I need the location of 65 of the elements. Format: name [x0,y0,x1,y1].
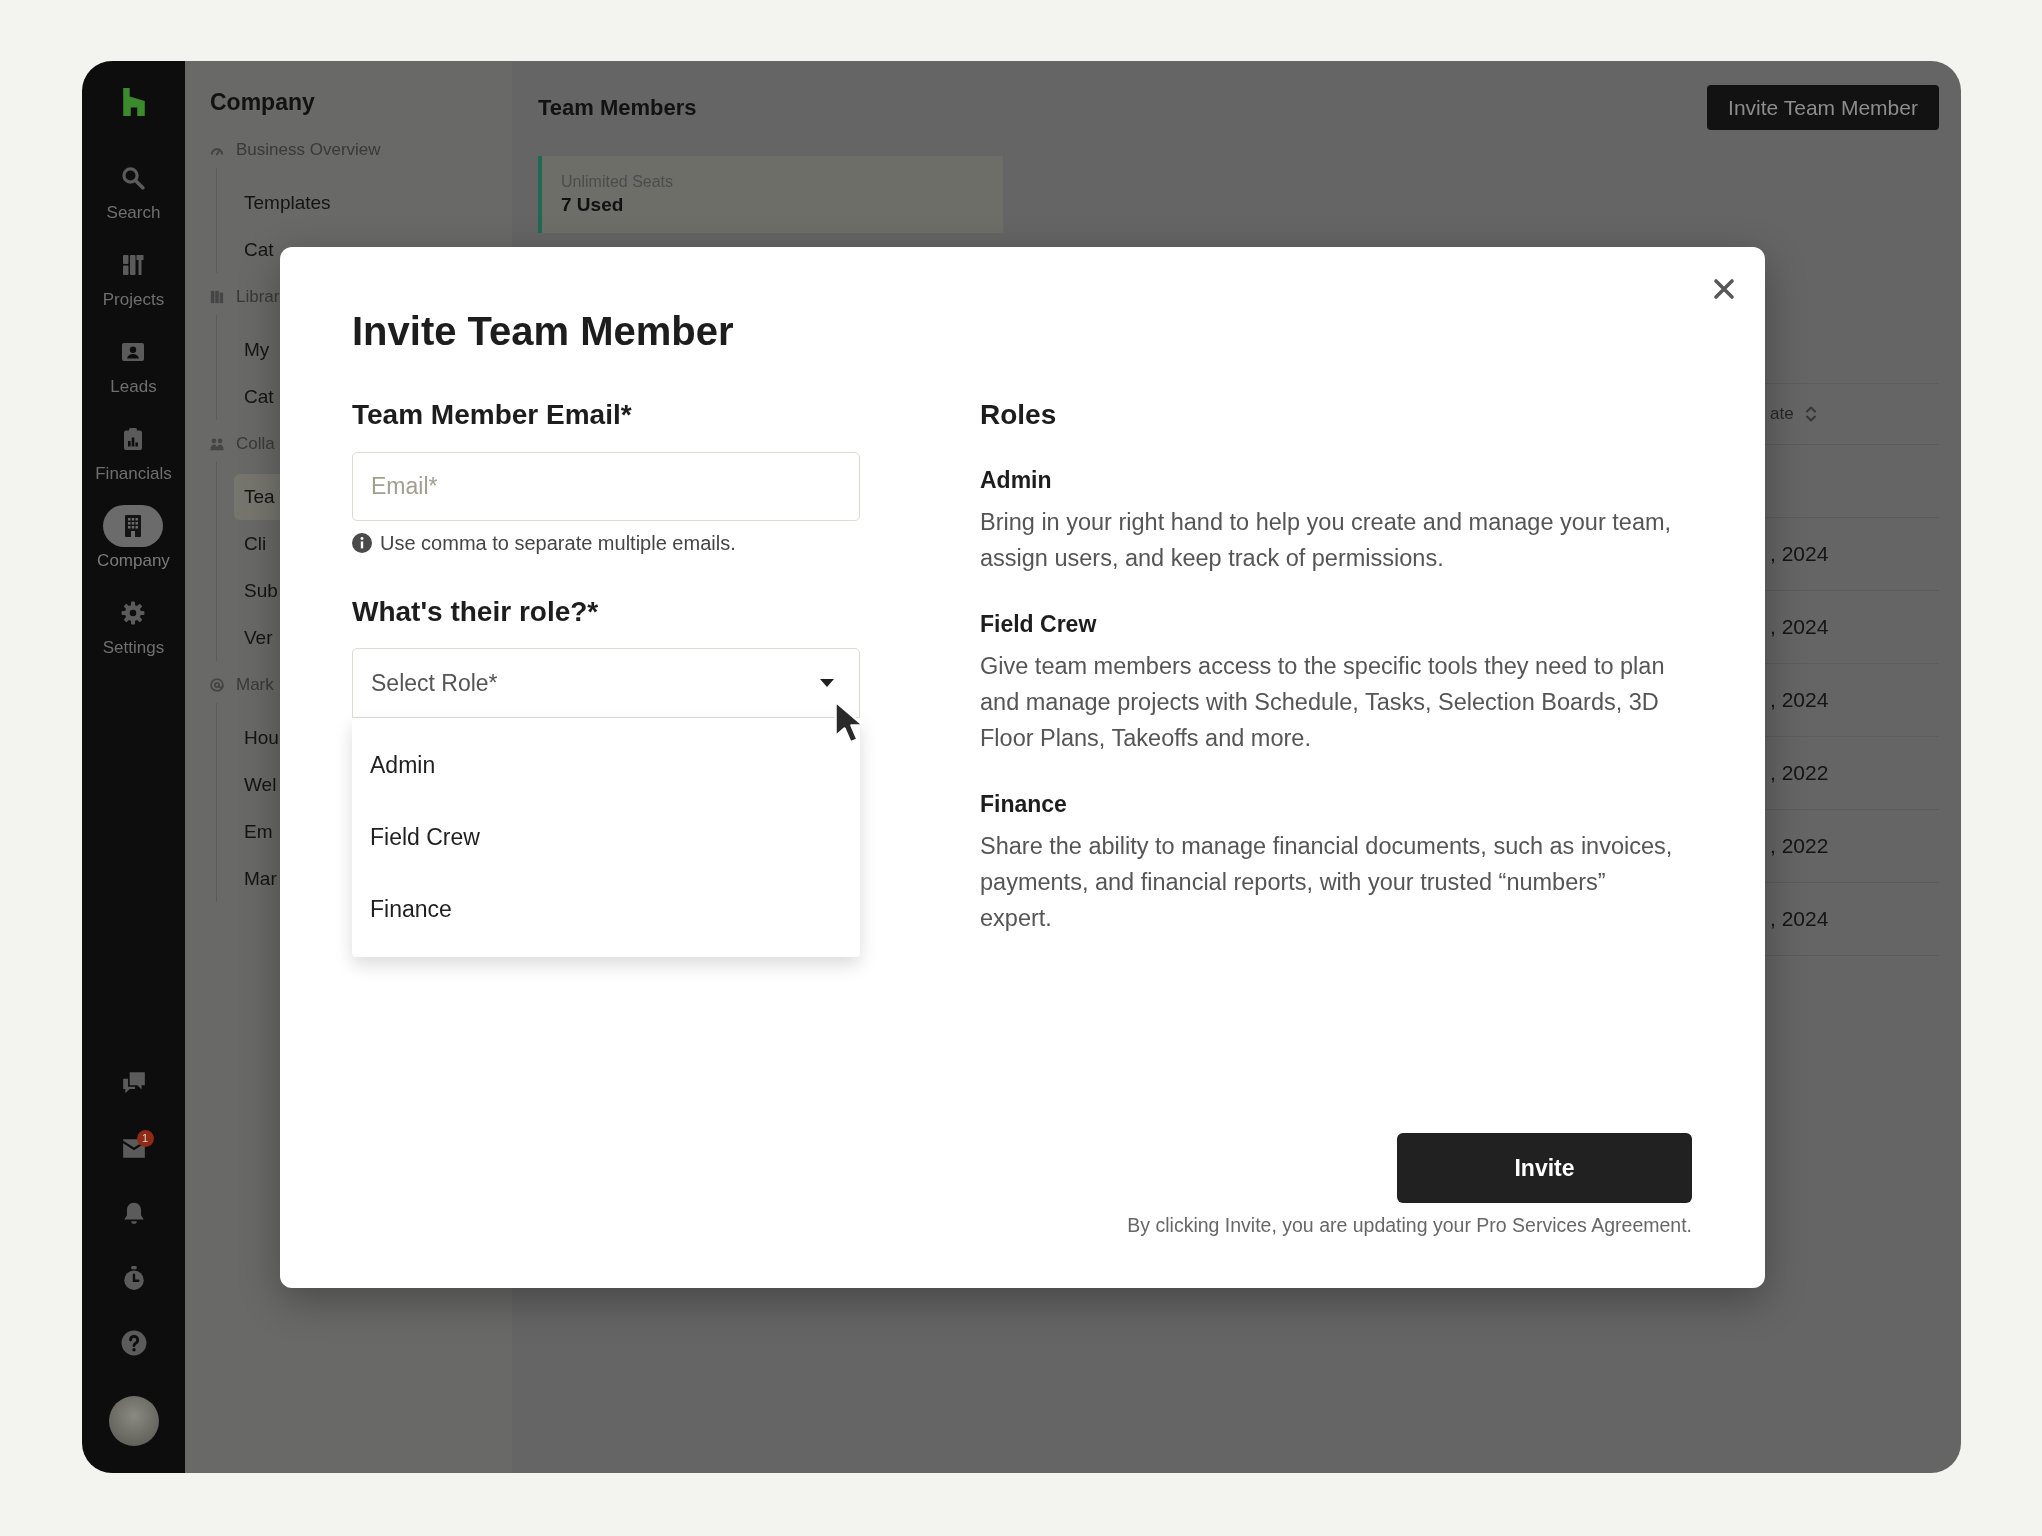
nav-link[interactable]: Cat [234,374,280,420]
nav-link[interactable]: Ver [234,615,280,661]
caret-icon [820,679,834,687]
table-cell: , 2024 [1770,615,1829,639]
invite-button[interactable]: Invite [1397,1133,1692,1203]
nav-link[interactable]: Cat [234,227,280,273]
settings-icon [121,601,146,625]
role-select[interactable]: Select Role* [352,648,860,718]
notification-badge: 1 [136,1130,154,1147]
at-sign-icon [210,678,224,692]
sidebar-item[interactable]: Settings [102,592,165,658]
table-cell: , 2022 [1770,834,1829,858]
table-cell: , 2024 [1770,907,1829,931]
contact-card-icon [121,340,146,364]
role-name: Admin [980,466,1052,495]
nav-link[interactable]: Templates [234,180,331,226]
help-icon[interactable] [120,1330,147,1356]
people-icon [210,437,224,451]
info-icon [352,533,372,553]
close-button[interactable] [1713,278,1735,300]
page-title: Team Members [538,94,697,121]
section-heading: Roles [980,398,1057,432]
dropdown-option[interactable]: Admin [352,729,860,801]
chat-icon[interactable] [120,1070,147,1096]
nav-link[interactable]: Tea [234,474,280,520]
avatar[interactable] [108,1396,159,1446]
books-icon [210,290,224,304]
agreement-note: By clicking Invite, you are updating your Pro Services Agreement. [1127,1213,1692,1237]
sidebar-item[interactable]: Company [97,505,170,571]
close-icon [1713,278,1735,300]
sidebar-item[interactable]: Search [106,157,161,223]
hint-text: Use comma to separate multiple emails. [380,531,736,555]
role-name: Field Crew [980,610,1097,639]
table-cell: , 2024 [1770,688,1829,712]
field-label: What's their role?* [352,595,599,629]
sidebar-item[interactable]: Leads [110,331,157,397]
invite-team-member-button[interactable]: Invite Team Member [1707,85,1939,130]
dropdown-option[interactable]: Field Crew [352,801,860,873]
logo-icon[interactable] [122,88,145,116]
role-description: Give team members access to the specific tools they need to plan and manage projects with Schedule, Tasks, Selection Boards, 3D Floor Plans, Takeoffs and more. [980,652,1666,753]
nav-link[interactable]: Hou [234,715,280,761]
nav-link[interactable]: My [234,327,280,373]
email-field[interactable]: Email* [352,452,860,521]
nav-link[interactable]: Wel [234,762,280,808]
tools-icon [121,253,146,277]
nav-link[interactable]: Cli [234,521,280,567]
sort-icon[interactable] [1805,405,1816,423]
table-cell: , 2024 [1770,542,1829,566]
nav-link[interactable]: Em [234,809,280,855]
seats-count: 7 Used [561,194,624,216]
nav-link[interactable]: Mar [234,856,280,902]
role-description: Bring in your right hand to help you create and manage your team, assign users, and keep track of permissions. [980,508,1673,573]
table-cell: , 2022 [1770,761,1829,785]
search-icon [121,166,146,190]
dropdown-option[interactable]: Finance [352,873,860,945]
field-label: Team Member Email* [352,398,632,432]
building-icon [103,505,164,547]
nav-link[interactable]: Sub [234,568,280,614]
sidebar-item[interactable]: Financials [95,418,172,484]
role-name: Finance [980,790,1067,819]
role-description: Share the ability to manage financial documents, such as invoices, payments, and financial reports, with your trusted “numbers” expert. [980,832,1674,933]
column-header[interactable]: ate [1770,404,1794,424]
sidebar-item[interactable]: Projects [102,244,165,310]
nav-title: Company [210,88,315,117]
dialog-title: Invite Team Member [352,308,734,355]
